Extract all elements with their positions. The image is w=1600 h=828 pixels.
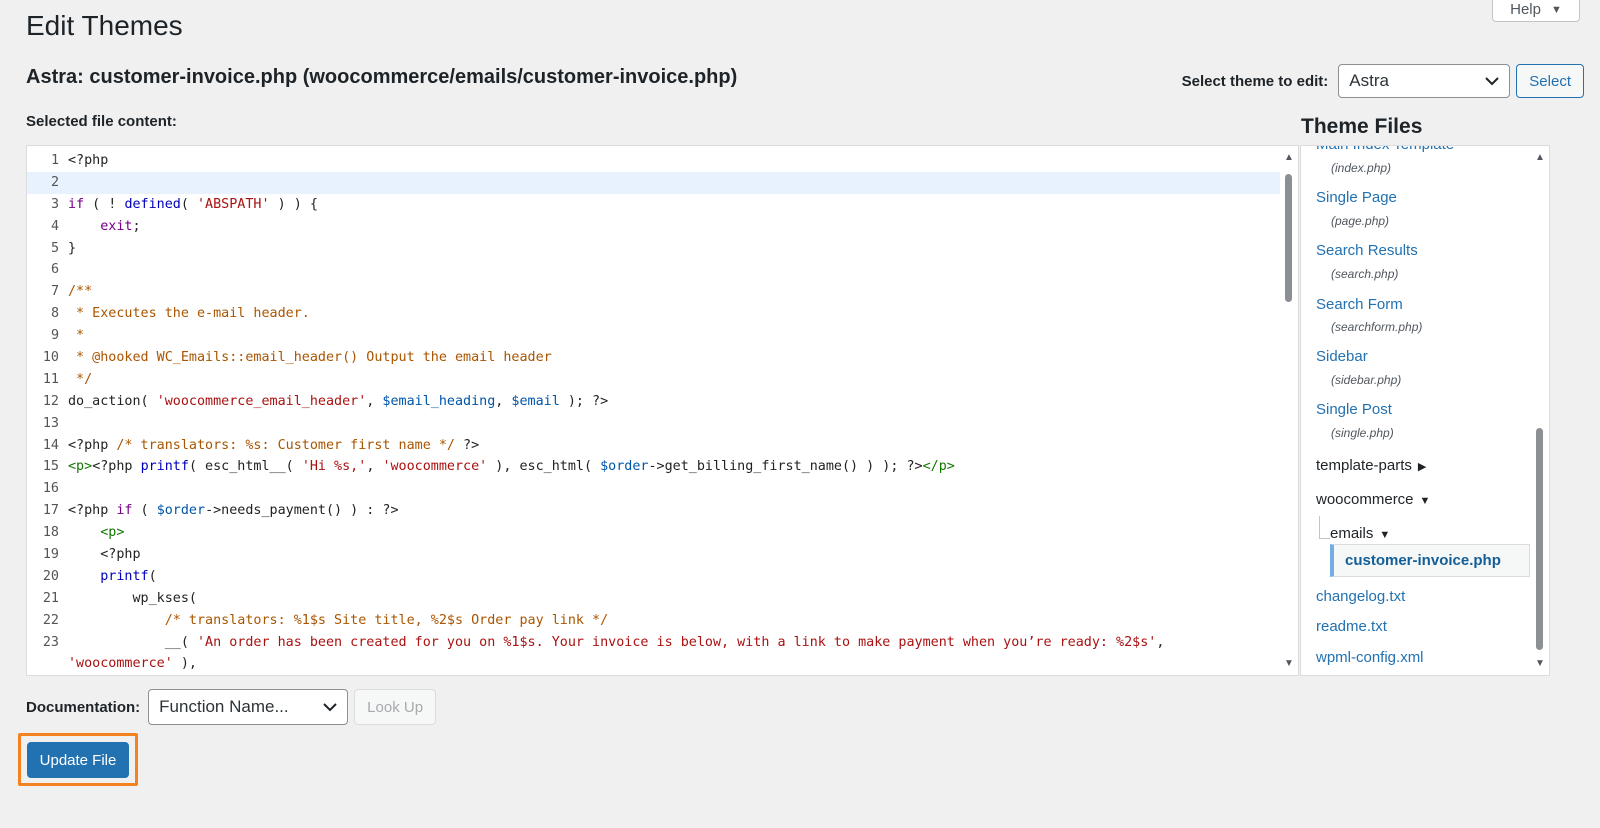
code-line: 18 <p> — [42, 525, 125, 541]
code-line: 15 <p><?php printf( esc_html__( 'Hi %s,',… — [42, 459, 955, 475]
scroll-down-icon[interactable]: ▼ — [1535, 658, 1545, 669]
update-file-button[interactable]: Update File — [27, 742, 129, 778]
theme-file-link[interactable]: Sidebar — [1316, 348, 1368, 365]
page-title: Edit Themes — [26, 10, 183, 41]
theme-file-link[interactable]: readme.txt — [1316, 618, 1387, 635]
code-line: 9 * — [50, 328, 85, 344]
tree-connector — [1319, 516, 1330, 539]
theme-select-value: Astra — [1349, 71, 1389, 90]
folder-emails[interactable]: emails ▼ — [1330, 525, 1390, 542]
caret-down-icon: ▼ — [1379, 529, 1391, 541]
theme-file-link[interactable]: changelog.txt — [1316, 588, 1405, 605]
code-line: 3 if ( ! defined( 'ABSPATH' ) ) { — [50, 196, 318, 212]
theme-file-link[interactable]: Single Post — [1316, 401, 1392, 418]
code-line: 4 exit; — [50, 218, 141, 234]
code-line: 21 wp_kses( — [42, 590, 197, 606]
chevron-down-icon — [323, 703, 337, 712]
folder-label: woocommerce — [1316, 491, 1414, 508]
theme-files-list: Main Index Template (index.php) Single P… — [1300, 145, 1550, 676]
folder-label: template-parts — [1316, 457, 1412, 474]
theme-file-link[interactable]: Main Index Template — [1316, 146, 1454, 153]
code-line: 5} — [50, 240, 77, 256]
theme-file-link[interactable]: Single Page — [1316, 189, 1397, 206]
theme-files-scroll-thumb[interactable] — [1536, 428, 1543, 650]
theme-file-link[interactable]: Search Results — [1316, 242, 1418, 259]
code-line: 1 <?php — [50, 153, 109, 168]
code-line: 16 — [42, 481, 59, 497]
code-editor[interactable]: 1 <?php 2 3 if ( ! defined( 'ABSPATH' ) ) … — [26, 145, 1299, 676]
caret-down-icon: ▼ — [1550, 3, 1562, 16]
theme-file-link[interactable]: Search Form — [1316, 296, 1403, 313]
caret-down-icon: ▼ — [1419, 495, 1431, 507]
select-theme-button[interactable]: Select — [1516, 64, 1584, 98]
scroll-down-icon[interactable]: ▼ — [1284, 658, 1294, 669]
code-line: 14 <?php /* translators: %s: Customer fir… — [42, 437, 480, 453]
editor-scrollbar[interactable]: ▲ ▼ — [1280, 146, 1298, 675]
code-line: 8 * Executes the e-mail header. — [50, 306, 310, 322]
code-lines[interactable]: 1 <?php 2 3 if ( ! defined( 'ABSPATH' ) ) … — [27, 150, 1280, 675]
documentation-row: Documentation: Function Name... Look Up — [26, 689, 437, 725]
folder-woocommerce[interactable]: woocommerce ▼ — [1316, 491, 1430, 508]
help-label: Help — [1510, 1, 1541, 18]
help-tab[interactable]: Help ▼ — [1492, 0, 1580, 22]
theme-file-name: (sidebar.php) — [1331, 373, 1402, 387]
theme-files-title: Theme Files — [1301, 115, 1423, 138]
theme-select-label: Select theme to edit: — [1181, 72, 1329, 90]
chevron-down-icon — [1485, 77, 1500, 86]
code-line: 20 printf( — [42, 568, 157, 584]
code-line: 7/** — [50, 284, 93, 300]
code-line: 11 */ — [42, 371, 93, 387]
code-line: 12 do_action( 'woocommerce_email_header',… — [42, 393, 609, 409]
code-line: 6 — [50, 262, 59, 278]
theme-files-scrollbar[interactable]: ▲ ▼ — [1531, 146, 1549, 675]
theme-select-dropdown[interactable]: Astra — [1338, 64, 1511, 98]
file-title: Astra: customer-invoice.php (woocommerce… — [26, 66, 738, 88]
selected-file-content-label: Selected file content: — [26, 113, 177, 130]
code-line: 19 <?php — [42, 547, 141, 563]
code-line-wrapped: 'woocommerce' ), — [68, 656, 197, 672]
theme-file-name: (search.php) — [1331, 267, 1399, 281]
current-file-item[interactable]: customer-invoice.php — [1330, 544, 1530, 577]
folder-label: emails — [1330, 525, 1374, 542]
caret-right-icon: ▶ — [1417, 461, 1427, 473]
look-up-button[interactable]: Look Up — [354, 689, 437, 725]
code-line: 2 — [27, 171, 1280, 194]
code-line: 23 __( 'An order has been created for yo… — [42, 634, 1165, 650]
function-name-select[interactable]: Function Name... — [148, 689, 349, 725]
function-select-value: Function Name... — [159, 697, 289, 716]
code-line: 17 <?php if ( $order->needs_payment() ) :… — [42, 503, 399, 519]
code-line: 22 /* translators: %1$s Site title, %2$s… — [42, 612, 609, 628]
code-line: 10 * @hooked WC_Emails::email_header() O… — [42, 350, 552, 366]
theme-file-name: (single.php) — [1331, 426, 1394, 440]
theme-file-name: (searchform.php) — [1331, 320, 1423, 334]
theme-file-name: (index.php) — [1331, 161, 1392, 175]
theme-selector: Select theme to edit: Astra Select — [1182, 64, 1584, 98]
scroll-up-icon[interactable]: ▲ — [1535, 152, 1545, 163]
theme-file-name: (page.php) — [1331, 214, 1390, 228]
theme-file-link[interactable]: wpml-config.xml — [1316, 649, 1424, 666]
scroll-up-icon[interactable]: ▲ — [1284, 152, 1294, 163]
editor-scroll-thumb[interactable] — [1285, 174, 1292, 302]
documentation-label: Documentation: — [26, 698, 141, 716]
folder-template-parts[interactable]: template-parts ▶ — [1316, 457, 1426, 474]
code-line: 13 — [42, 415, 59, 431]
